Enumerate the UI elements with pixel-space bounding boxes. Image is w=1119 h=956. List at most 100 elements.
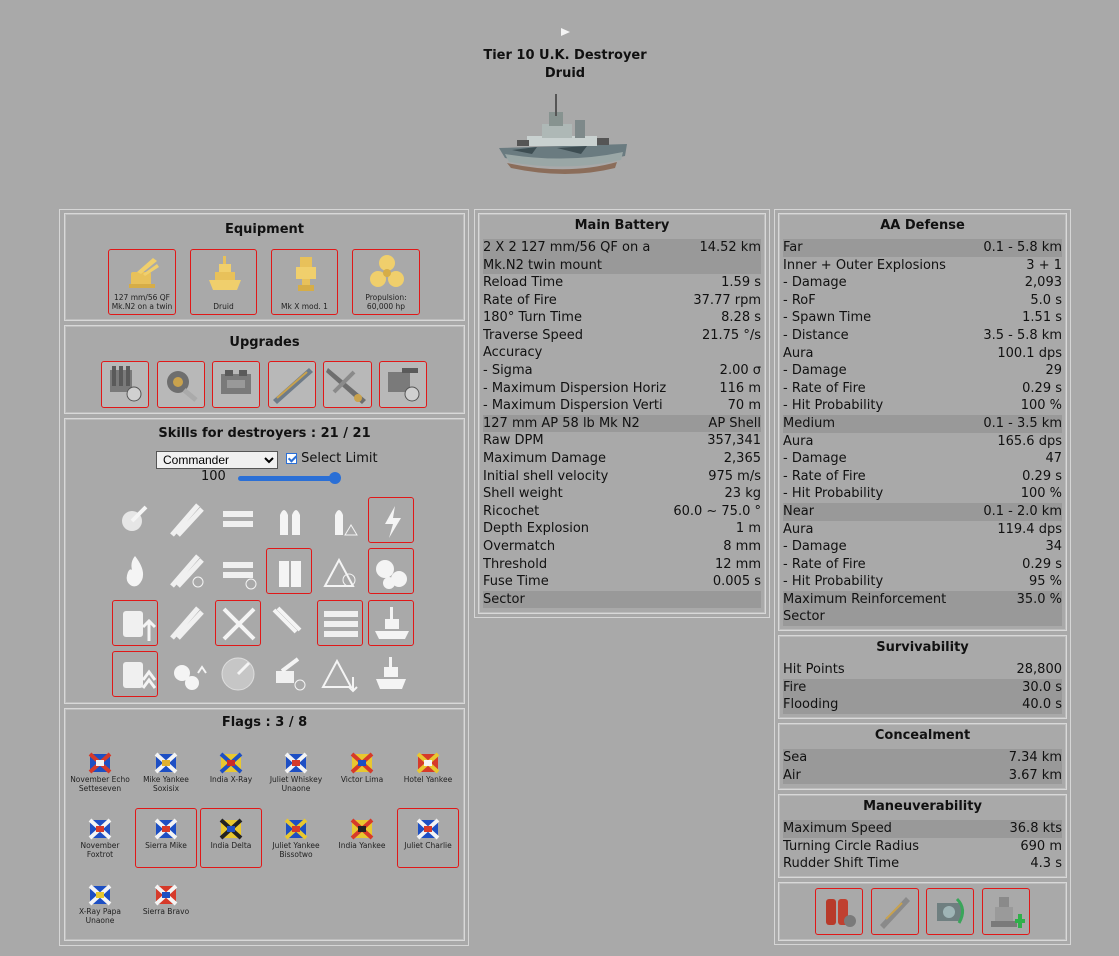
skill-slot[interactable] xyxy=(368,651,414,697)
stat-label: Inner + Outer Explosions xyxy=(783,257,946,273)
skill-slot[interactable] xyxy=(112,600,158,646)
skill-slot[interactable] xyxy=(266,600,312,646)
skill-slot[interactable] xyxy=(266,497,312,543)
equipment-fire-control[interactable]: Mk X mod. 1 xyxy=(271,249,338,315)
flag-item[interactable]: Victor Lima xyxy=(330,752,394,784)
stat-row: 127 mm AP 58 lb Mk N2 AP Shell xyxy=(483,414,761,433)
stat-row: - Rate of Fire 0.29 s xyxy=(783,556,1062,574)
upgrade-slot-1[interactable] xyxy=(101,361,149,408)
skill-slot[interactable] xyxy=(368,548,414,594)
flag-item[interactable]: Juliet Yankee Bissotwo xyxy=(264,818,328,859)
skill-slot[interactable] xyxy=(317,651,363,697)
gun-turret-icon xyxy=(129,258,159,288)
concealment-panel: Concealment Sea 7.34 km Air 3.67 km xyxy=(778,723,1067,790)
stat-value: 4.3 s xyxy=(1030,856,1062,872)
signal-flag-icon xyxy=(416,752,440,774)
stat-value: 40.0 s xyxy=(1022,697,1062,713)
equipment-title: Equipment xyxy=(224,222,305,237)
consumable-slot-3[interactable] xyxy=(926,888,974,935)
flag-item[interactable]: November Echo Setteseven xyxy=(68,752,132,793)
flag-item[interactable]: India Yankee xyxy=(330,818,394,850)
skill-slot[interactable] xyxy=(215,651,261,697)
skill-slot[interactable] xyxy=(215,497,261,543)
flag-label: November Echo Setteseven xyxy=(70,775,130,793)
stat-row: - Maximum Dispersion Verti 70 m xyxy=(483,397,761,415)
flag-item[interactable]: Mike Yankee Soxisix xyxy=(134,752,198,793)
upgrade-slot-6[interactable] xyxy=(379,361,427,408)
skill-slot[interactable] xyxy=(215,548,261,594)
flag-item[interactable]: Hotel Yankee xyxy=(396,752,460,784)
flag-item[interactable]: Juliet Whiskey Unaone xyxy=(264,752,328,793)
stat-value: 100 % xyxy=(1020,486,1062,502)
equipment-propulsion[interactable]: Propulsion: 60,000 hp xyxy=(352,249,420,315)
select-limit-checkbox[interactable] xyxy=(286,453,297,464)
skill-slot[interactable] xyxy=(317,600,363,646)
launcher-rack-icon xyxy=(324,611,358,637)
aiming-systems-mod-icon xyxy=(388,368,420,402)
skill-slot[interactable] xyxy=(317,497,363,543)
stat-value: 100 % xyxy=(1020,398,1062,414)
stat-row: - Distance 3.5 - 5.8 km xyxy=(783,327,1062,345)
stat-row: Overmatch 8 mm xyxy=(483,538,761,556)
upgrade-slot-3[interactable] xyxy=(212,361,260,408)
stat-row: Air 3.67 km xyxy=(783,766,1062,785)
flag-label: Juliet Charlie xyxy=(404,841,452,850)
flag-label: Juliet Whiskey Unaone xyxy=(269,775,323,793)
limit-slider[interactable] xyxy=(238,476,340,481)
stat-value: AP Shell xyxy=(708,415,761,431)
warning-shell-icon xyxy=(335,510,358,536)
skill-slot[interactable] xyxy=(215,600,261,646)
upgrade-slot-2[interactable] xyxy=(157,361,205,408)
shells-icon xyxy=(280,510,300,535)
limit-slider-thumb[interactable] xyxy=(329,472,341,484)
stat-label: Air xyxy=(783,767,801,783)
flag-item[interactable]: India Delta xyxy=(199,818,263,850)
skill-slot[interactable] xyxy=(112,497,158,543)
skill-slot[interactable] xyxy=(266,651,312,697)
skill-slot[interactable] xyxy=(164,497,210,543)
commander-select[interactable]: Commander xyxy=(156,451,278,469)
stat-row: Sector xyxy=(783,608,1062,627)
skill-slot[interactable] xyxy=(317,548,363,594)
stat-row: Fuse Time 0.005 s xyxy=(483,573,761,591)
upgrade-slot-5[interactable] xyxy=(323,361,372,408)
ammo-icon xyxy=(279,561,301,587)
consumable-slot-2[interactable] xyxy=(871,888,919,935)
aa-defense-panel: AA Defense Far 0.1 - 5.8 km Inner + Outer … xyxy=(778,213,1067,631)
skill-slot[interactable] xyxy=(368,497,414,543)
stat-value: 0.1 - 5.8 km xyxy=(983,240,1062,255)
upgrade-slot-4[interactable] xyxy=(268,361,316,408)
aa-barrage-icon xyxy=(272,606,302,634)
skill-slot[interactable] xyxy=(368,600,414,646)
flag-item[interactable]: X-Ray Papa Unaone xyxy=(68,884,132,925)
stat-row: Hit Points 28,800 xyxy=(783,661,1062,679)
flags-title: Flags : 3 / 8 xyxy=(221,715,308,730)
torpedo-mod-icon xyxy=(326,368,366,404)
stat-label: Aura xyxy=(783,521,814,537)
skill-slot[interactable] xyxy=(112,548,158,594)
extra-heavy-ammo-icon xyxy=(123,611,157,641)
consumable-slot-1[interactable] xyxy=(815,888,863,935)
signal-flag-icon xyxy=(350,752,374,774)
stat-label: - RoF xyxy=(783,292,816,308)
skill-slot[interactable] xyxy=(164,548,210,594)
equipment-main-battery[interactable]: 127 mm/56 QF Mk.N2 on a twin xyxy=(108,249,176,315)
stat-row: Sea 7.34 km xyxy=(783,749,1062,767)
skill-slot[interactable] xyxy=(164,651,210,697)
flag-item[interactable]: November Foxtrot xyxy=(68,818,132,859)
flag-item[interactable]: India X-Ray xyxy=(199,752,263,784)
flag-item[interactable]: Sierra Mike xyxy=(134,818,198,850)
stat-row: Maximum Speed 36.8 kts xyxy=(783,820,1062,838)
flag-item[interactable]: Juliet Charlie xyxy=(396,818,460,850)
select-limit-control[interactable]: Select Limit xyxy=(286,451,378,466)
skill-slot[interactable] xyxy=(112,651,158,697)
stat-label: Reload Time xyxy=(483,275,564,290)
engine-boost-icon xyxy=(937,897,964,924)
skill-slot[interactable] xyxy=(164,600,210,646)
flag-item[interactable]: Sierra Bravo xyxy=(134,884,198,916)
stat-label: Raw DPM xyxy=(483,433,544,449)
equipment-hull[interactable]: Druid xyxy=(190,249,257,315)
skill-slot[interactable] xyxy=(266,548,312,594)
stat-value: 29 xyxy=(1045,363,1062,379)
consumable-slot-4[interactable] xyxy=(982,888,1030,935)
